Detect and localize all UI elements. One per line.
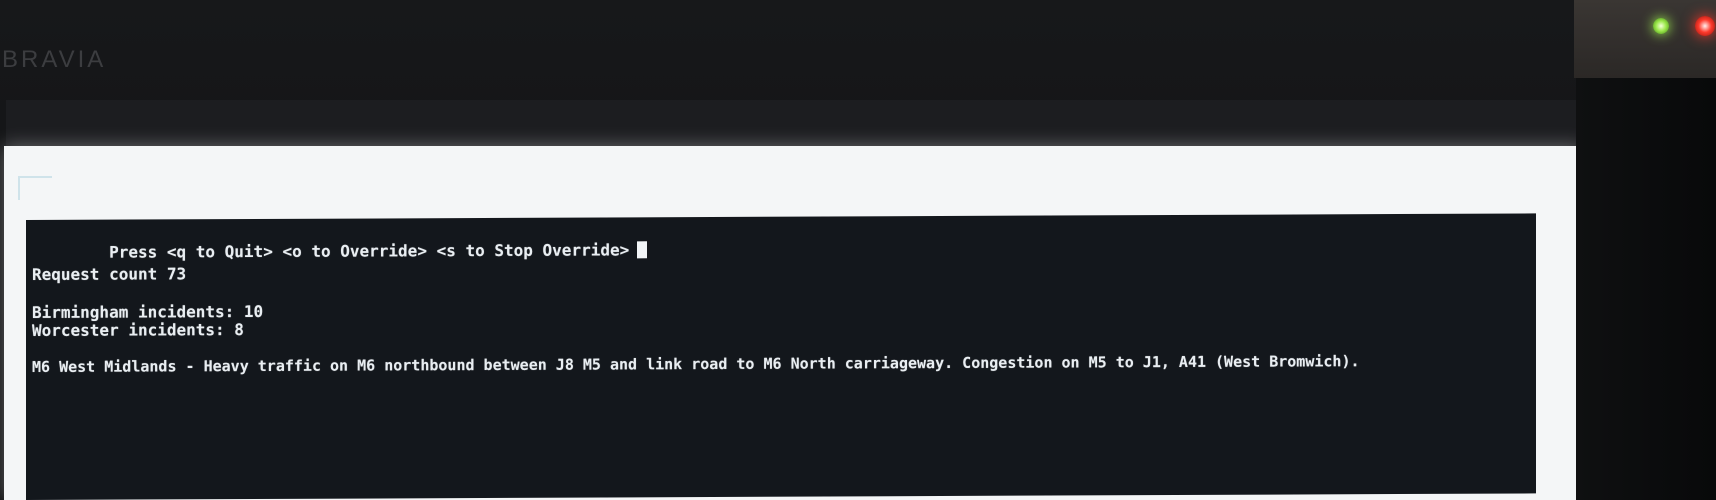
green-led-icon xyxy=(1653,18,1669,34)
worcester-incidents-line: Worcester incidents: 8 xyxy=(32,320,244,340)
terminal-prompt-text: Press <q to Quit> <o to Override> <s to … xyxy=(109,240,630,262)
traffic-headline-line: M6 West Midlands - Heavy traffic on M6 n… xyxy=(32,352,1360,376)
indicator-device xyxy=(1574,0,1716,78)
text-cursor xyxy=(637,241,648,259)
request-count-line: Request count 73 xyxy=(32,264,187,284)
terminal-window[interactable]: Press <q to Quit> <o to Override> <s to … xyxy=(26,213,1536,500)
photo-scene: BRAVIA Press <q to Quit> <o to Override>… xyxy=(0,0,1716,500)
desktop-corner-mark xyxy=(18,176,52,200)
tv-screen: Press <q to Quit> <o to Override> <s to … xyxy=(4,146,1584,500)
birmingham-incidents-line: Birmingham incidents: 10 xyxy=(32,301,264,322)
tv-brand-logo: BRAVIA xyxy=(2,46,107,73)
red-led-icon xyxy=(1695,16,1715,36)
